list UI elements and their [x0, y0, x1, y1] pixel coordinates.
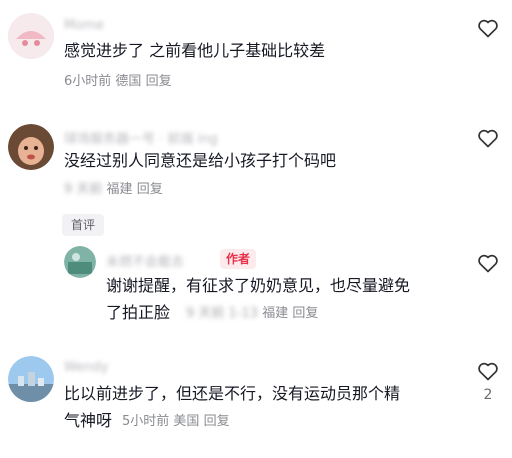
avatar[interactable]: [8, 124, 54, 170]
comment-meta: 5小时前 美国 回复: [122, 413, 230, 431]
comment-meta: 9 天前 1-13 福建 回复: [186, 305, 318, 323]
heart-outline-icon[interactable]: [476, 16, 500, 40]
comment-text-line-2: 气神呀: [64, 411, 113, 430]
avatar[interactable]: [8, 13, 54, 59]
username[interactable]: Mome: [64, 18, 104, 33]
comment-meta: 9 天前 福建 回复: [64, 181, 163, 199]
comment-location: 美国: [173, 414, 200, 429]
reply-button[interactable]: 回复: [204, 414, 230, 429]
username[interactable]: Wendy: [64, 360, 108, 375]
comment-time: 5小时前: [122, 414, 170, 429]
avatar[interactable]: [8, 356, 54, 402]
first-comment-tag: 首评: [62, 214, 104, 236]
reply-button[interactable]: 回复: [146, 74, 172, 89]
comment-location: 福建: [262, 306, 289, 321]
heart-outline-icon[interactable]: [476, 126, 500, 150]
like-count: 2: [483, 387, 493, 403]
comment-location: 福建: [106, 182, 133, 197]
reply-text-line-2: 了拍正脸: [106, 303, 171, 322]
reply-button[interactable]: 回复: [137, 182, 163, 197]
author-badge: 作者: [220, 249, 257, 269]
reply-text-line-1: 谢谢提醒，有征求了奶奶意见，也尽量避免: [106, 276, 411, 295]
heart-outline-icon[interactable]: [476, 359, 500, 383]
comment-time: 9 天前 1-13: [186, 306, 259, 321]
comment-meta: 6小时前 德国 回复: [64, 73, 172, 91]
comment-location: 德国: [115, 74, 142, 89]
comment-text: 感觉进步了 之前看他儿子基础比较差: [64, 41, 326, 60]
username[interactable]: 未燃不会截去: [106, 251, 184, 270]
username[interactable]: 球场服务器一号 · 前端 ing: [64, 128, 218, 147]
reply-button[interactable]: 回复: [292, 306, 318, 321]
comment-time: 9 天前: [64, 182, 103, 197]
comment-text: 没经过别人同意还是给小孩子打个码吧: [64, 151, 337, 170]
heart-outline-icon[interactable]: [476, 251, 500, 275]
avatar[interactable]: [64, 246, 96, 278]
comment-text-line-1: 比以前进步了，但还是不行，没有运动员那个精: [64, 384, 401, 403]
comment-time: 6小时前: [64, 74, 112, 89]
